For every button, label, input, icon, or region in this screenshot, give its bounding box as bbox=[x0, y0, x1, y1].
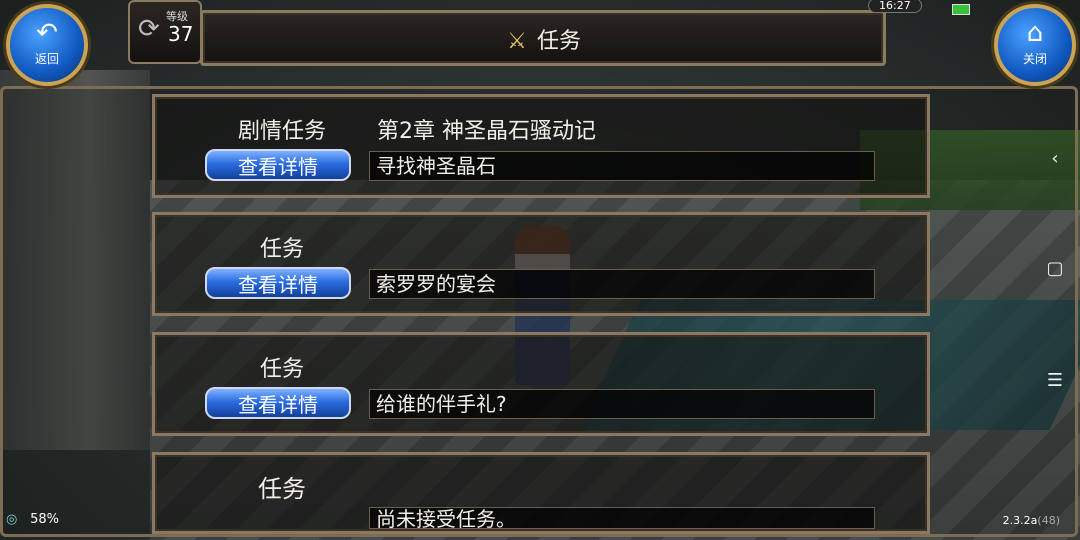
version-label: 2.3.2a(48) bbox=[1003, 514, 1060, 527]
back-arrow-icon: ↶ bbox=[36, 18, 58, 48]
ping-indicator: ◎ 58% bbox=[6, 512, 59, 527]
quest-description: 索罗罗的宴会 bbox=[369, 269, 875, 299]
title-bar: ⚔ 任务 bbox=[200, 10, 886, 66]
view-details-button[interactable]: 查看详情 bbox=[205, 267, 351, 299]
back-button-label: 返回 bbox=[34, 52, 59, 66]
nav-menu-icon[interactable]: ☰ bbox=[1040, 370, 1070, 391]
back-button[interactable]: ↶ 返回 bbox=[6, 4, 88, 86]
quest-card: 任务 查看详情 索罗罗的宴会 bbox=[152, 212, 930, 316]
level-badge: ⟳ 等级 37 bbox=[128, 0, 202, 64]
quest-card-story: 剧情任务 第2章 神圣晶石骚动记 查看详情 寻找神圣晶石 bbox=[152, 94, 930, 198]
quest-description: 给谁的伴手礼? bbox=[369, 389, 875, 419]
version-build: (48) bbox=[1037, 514, 1060, 527]
home-icon: ⌂ bbox=[1026, 18, 1044, 48]
quest-chapter-label: 第2章 神圣晶石骚动记 bbox=[377, 119, 596, 144]
quest-swords-icon: ⚔ bbox=[507, 29, 527, 54]
ping-percent: 58% bbox=[30, 512, 60, 527]
page-title-wrap: ⚔ 任务 bbox=[203, 23, 883, 55]
version-number: 2.3.2a bbox=[1002, 514, 1038, 527]
level-swirl-icon: ⟳ bbox=[138, 14, 160, 44]
signal-icon: ◎ bbox=[6, 512, 18, 527]
level-value: 37 bbox=[168, 22, 194, 46]
nav-home-icon[interactable]: ▢ bbox=[1040, 258, 1070, 279]
nav-back-icon[interactable]: ‹ bbox=[1040, 148, 1070, 169]
close-button-label: 关闭 bbox=[1022, 52, 1047, 66]
quest-type-label: 任务 bbox=[258, 475, 306, 503]
close-button[interactable]: ⌂ 关闭 bbox=[994, 4, 1076, 86]
quest-type-label: 任务 bbox=[259, 357, 304, 382]
battery-icon bbox=[952, 4, 970, 15]
quest-description: 尚未接受任务。 bbox=[369, 507, 875, 530]
quest-card: 任务 尚未接受任务。 bbox=[152, 452, 930, 534]
status-time: 16:27 bbox=[868, 0, 922, 13]
page-title: 任务 bbox=[536, 29, 581, 54]
view-details-button[interactable]: 查看详情 bbox=[205, 149, 351, 181]
system-nav-bar: ‹ ▢ ☰ bbox=[1034, 130, 1074, 420]
quest-description: 寻找神圣晶石 bbox=[369, 151, 875, 181]
quest-type-label: 任务 bbox=[259, 237, 304, 262]
quest-type-label: 剧情任务 bbox=[237, 119, 326, 144]
view-details-button[interactable]: 查看详情 bbox=[205, 387, 351, 419]
quest-card: 任务 查看详情 给谁的伴手礼? bbox=[152, 332, 930, 436]
